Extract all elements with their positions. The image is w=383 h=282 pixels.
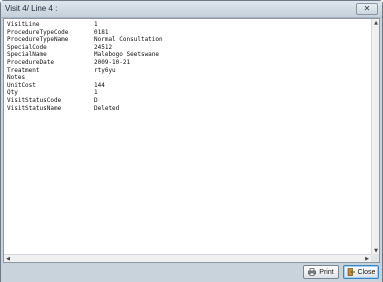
dialog-window: Visit 4/ Line 4 : ✕ VisitLine 1 Procedure… bbox=[0, 0, 383, 282]
field-key: SpecialName bbox=[7, 51, 47, 59]
field-value: D bbox=[94, 96, 98, 104]
record-row: ProcedureTypeCode 0181 bbox=[7, 29, 369, 37]
door-exit-icon bbox=[347, 268, 355, 276]
field-key: VisitStatusCode bbox=[7, 96, 62, 104]
field-value: Malebogo Seetswane bbox=[94, 51, 160, 59]
record-row: UnitCost 144 bbox=[7, 82, 369, 90]
scrollbar-corner bbox=[371, 254, 379, 262]
record-row: VisitStatusCode D bbox=[7, 97, 369, 105]
close-button[interactable]: Close bbox=[343, 265, 379, 279]
field-key: Notes bbox=[7, 74, 26, 82]
title-bar[interactable]: Visit 4/ Line 4 : ✕ bbox=[1, 1, 382, 18]
button-bar: Print Close bbox=[1, 263, 382, 282]
close-button-label: Close bbox=[357, 268, 376, 276]
scroll-up-arrow-icon[interactable]: ▲ bbox=[372, 19, 379, 27]
field-key: VisitStatusName bbox=[7, 104, 62, 112]
field-value: Normal Consultation bbox=[94, 36, 163, 44]
record-row: Notes bbox=[7, 74, 369, 82]
record-row: ProcedureTypeName Normal Consultation bbox=[7, 36, 369, 44]
window-close-button[interactable]: ✕ bbox=[356, 3, 378, 15]
record-row: ProcedureDate 2009-10-21 bbox=[7, 59, 369, 67]
horizontal-scrollbar[interactable]: ◀ ▶ bbox=[4, 254, 371, 262]
field-value: 1 bbox=[94, 89, 98, 97]
record-row: Treatment rty6yu bbox=[7, 67, 369, 75]
field-value: 0181 bbox=[94, 28, 109, 36]
print-button-label: Print bbox=[319, 268, 334, 276]
record-details: VisitLine 1 ProcedureTypeCode 0181 Procedu… bbox=[7, 21, 369, 112]
field-key: ProcedureTypeCode bbox=[7, 28, 69, 36]
field-value: 2009-10-21 bbox=[94, 58, 131, 66]
record-row: SpecialCode 24512 bbox=[7, 44, 369, 52]
field-key: SpecialCode bbox=[7, 43, 47, 51]
record-row: VisitStatusName Deleted bbox=[7, 105, 369, 113]
field-key: ProcedureDate bbox=[7, 58, 54, 66]
field-value: 144 bbox=[94, 81, 105, 89]
vertical-scrollbar[interactable]: ▲ ▼ bbox=[371, 19, 379, 255]
window-title: Visit 4/ Line 4 : bbox=[5, 4, 58, 13]
field-key: Qty bbox=[7, 89, 18, 97]
scroll-left-arrow-icon[interactable]: ◀ bbox=[4, 255, 12, 262]
close-icon: ✕ bbox=[363, 4, 371, 13]
field-key: VisitLine bbox=[7, 21, 40, 28]
record-row: VisitLine 1 bbox=[7, 21, 369, 29]
field-value: 1 bbox=[94, 21, 98, 28]
field-value: rty6yu bbox=[94, 66, 116, 74]
record-row: SpecialName Malebogo Seetswane bbox=[7, 51, 369, 59]
field-key: UnitCost bbox=[7, 81, 36, 89]
record-row: Qty 1 bbox=[7, 89, 369, 97]
field-key: ProcedureTypeName bbox=[7, 36, 69, 44]
field-key: Treatment bbox=[7, 66, 40, 74]
report-viewer: VisitLine 1 ProcedureTypeCode 0181 Procedu… bbox=[3, 18, 380, 263]
printer-icon bbox=[308, 268, 317, 276]
scroll-right-arrow-icon[interactable]: ▶ bbox=[363, 255, 371, 262]
field-value: Deleted bbox=[94, 104, 120, 112]
print-button[interactable]: Print bbox=[303, 265, 339, 279]
field-value: 24512 bbox=[94, 43, 113, 51]
